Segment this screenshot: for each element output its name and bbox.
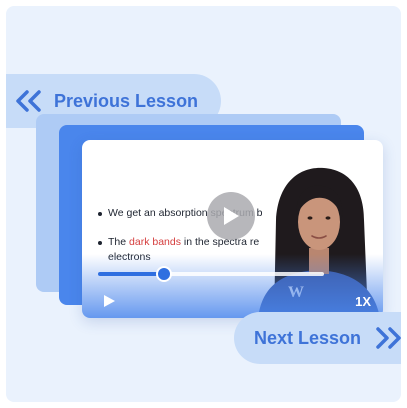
center-play-button[interactable]: [207, 192, 255, 240]
double-chevron-left-icon: [16, 90, 41, 112]
progress-fill: [98, 272, 164, 276]
player-controls-overlay: [82, 254, 383, 318]
bullet-dot: [98, 212, 102, 216]
lesson-stage: Previous Lesson We get an absorption spe…: [6, 6, 401, 402]
progress-bar[interactable]: [98, 266, 324, 282]
video-player[interactable]: We get an absorption spectrum belectro T…: [82, 140, 383, 318]
bullet-2-highlight: dark bands: [129, 236, 181, 248]
progress-handle[interactable]: [155, 266, 172, 282]
play-icon[interactable]: [102, 294, 116, 308]
next-lesson-button[interactable]: Next Lesson: [234, 312, 401, 364]
previous-lesson-label: Previous Lesson: [54, 90, 199, 111]
bullet-2-lead: The: [108, 236, 130, 248]
bullet-dot: [98, 241, 102, 245]
playback-speed-button[interactable]: 1X: [355, 294, 371, 309]
next-lesson-label: Next Lesson: [254, 327, 362, 348]
play-icon: [224, 207, 239, 225]
double-chevron-right-icon: [376, 327, 401, 349]
